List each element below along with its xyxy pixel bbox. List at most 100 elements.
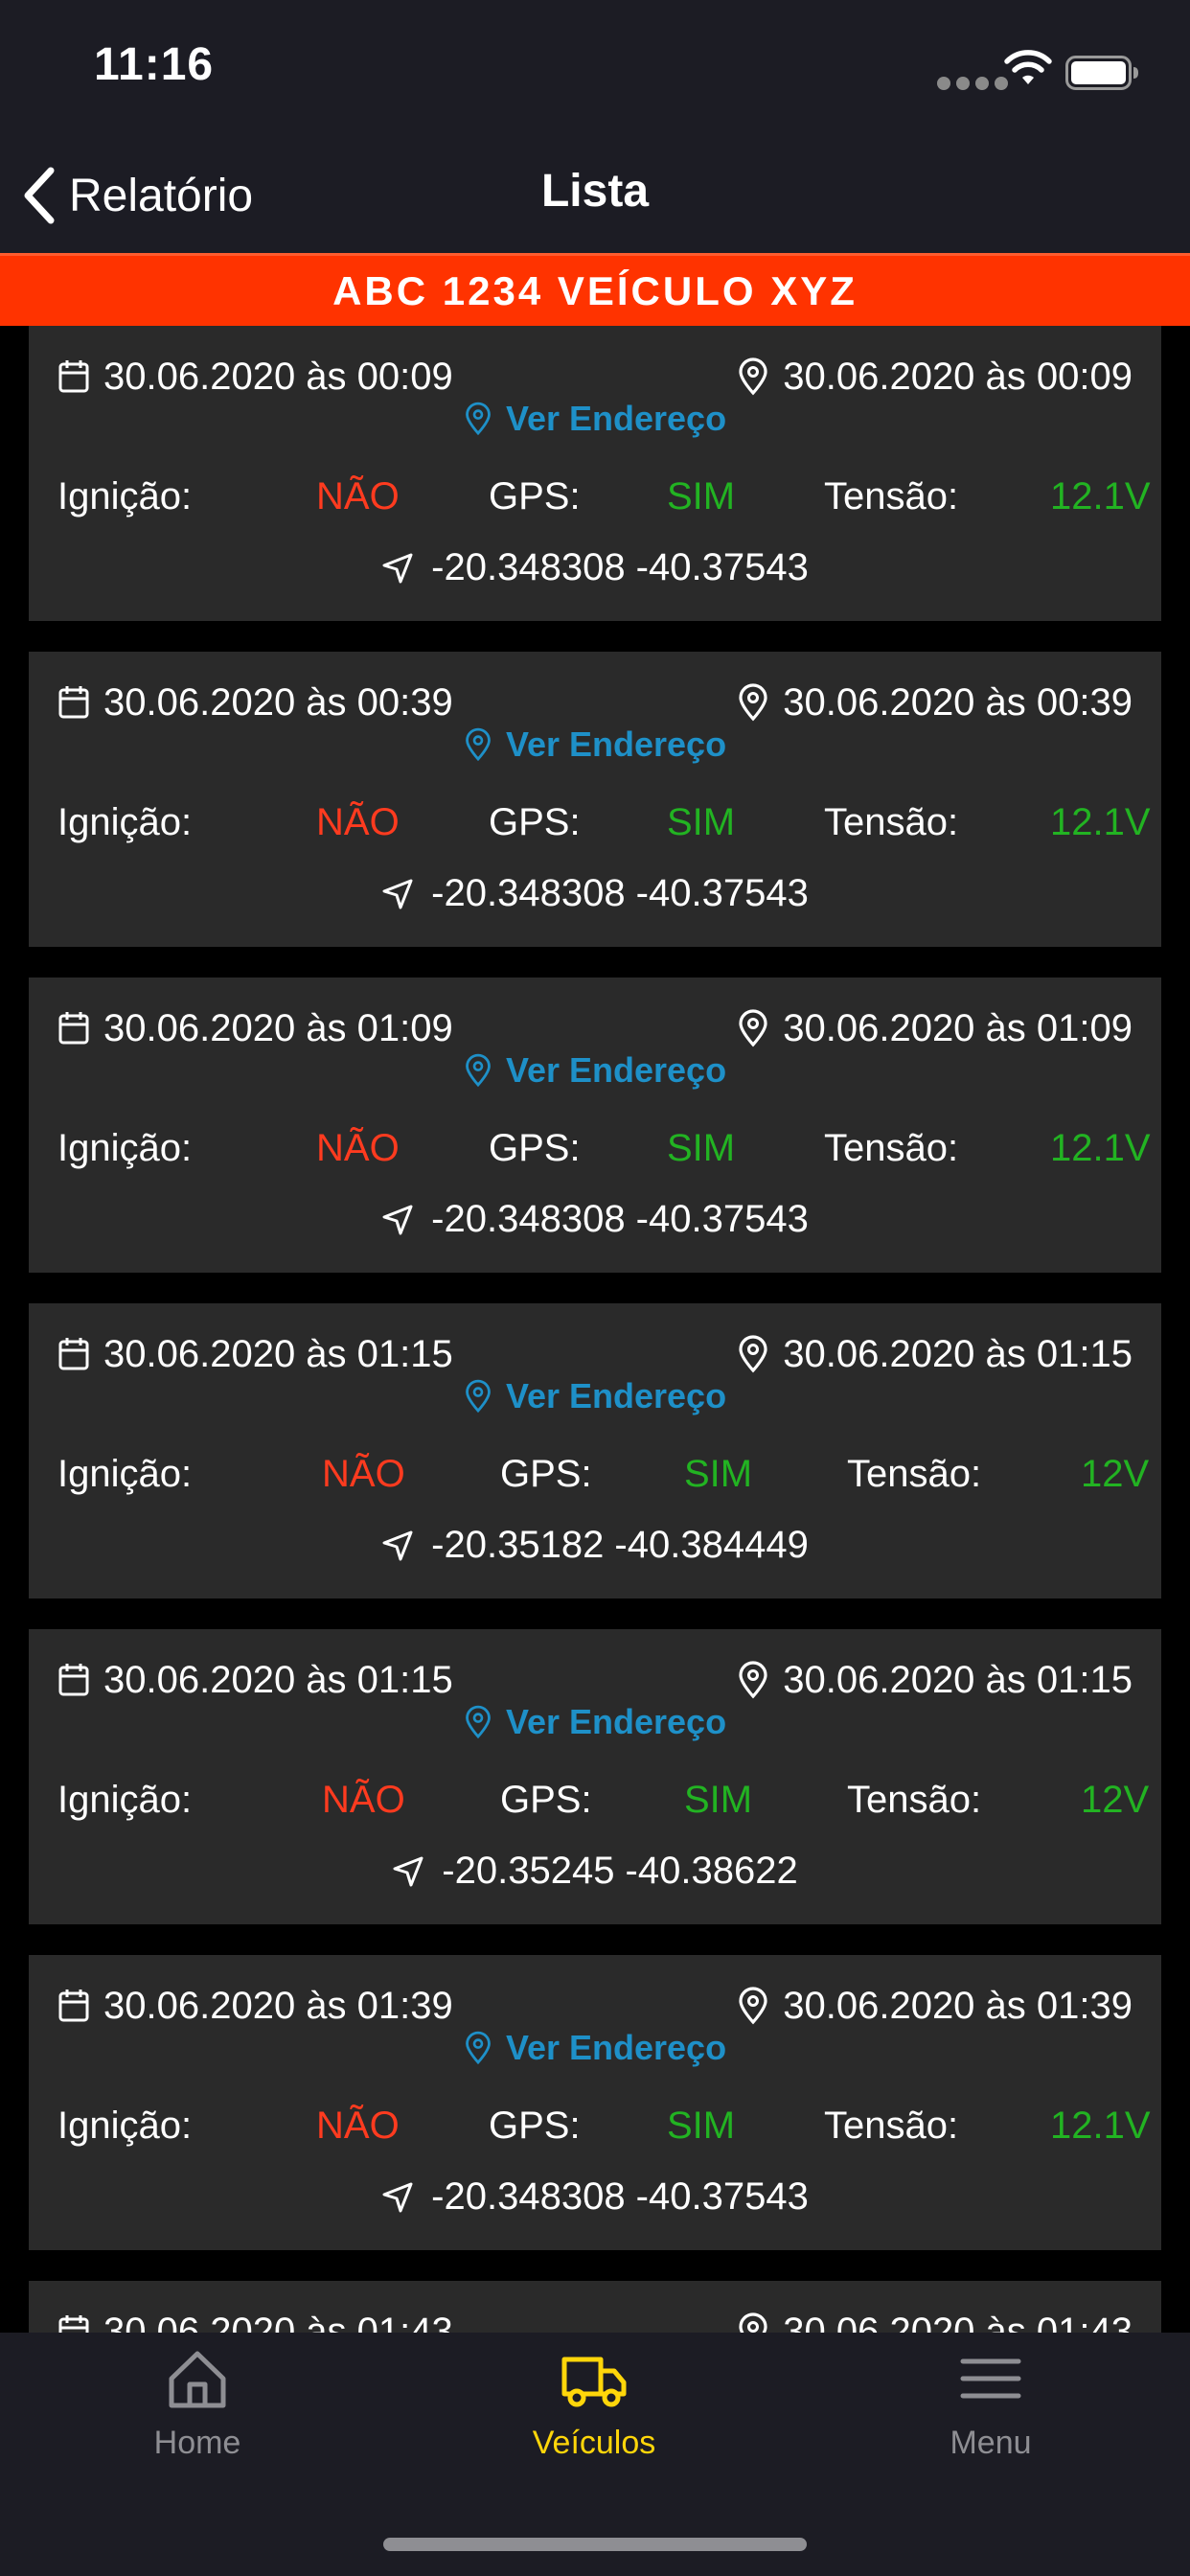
- view-address-label: Ver Endereço: [505, 724, 727, 764]
- voltage-value: 12.1V: [1050, 2104, 1151, 2147]
- view-address-label: Ver Endereço: [505, 1050, 727, 1090]
- view-address-link[interactable]: Ver Endereço: [29, 2028, 1161, 2068]
- ignition-value: NÃO: [316, 801, 400, 843]
- record-location-date: 30.06.2020 às 01:39: [783, 1984, 1133, 2027]
- coordinates-value: -20.35245 -40.38622: [442, 1850, 798, 1892]
- tab-home-label: Home: [153, 2425, 241, 2461]
- record-card[interactable]: 30.06.2020 às 01:09 30.06.2020 às 01:09 …: [29, 978, 1161, 1273]
- record-header: 30.06.2020 às 00:39 30.06.2020 às 00:39: [57, 677, 1133, 728]
- record-status-row: Ignição: NÃO GPS: SIM Tensão: 12.1V: [57, 468, 1151, 525]
- record-header: 30.06.2020 às 01:43 30.06.2020 às 01:43: [57, 2306, 1133, 2333]
- voltage-value: 12.1V: [1050, 475, 1151, 518]
- record-coordinates: -20.35182 -40.384449: [29, 1524, 1161, 1567]
- status-bar: 11:16: [0, 0, 1190, 144]
- ignition-label: Ignição:: [57, 2104, 193, 2147]
- record-coordinates: -20.348308 -40.37543: [29, 2175, 1161, 2219]
- gps-label: GPS:: [500, 1779, 592, 1821]
- ignition-value: NÃO: [316, 475, 400, 518]
- tab-vehicles-label: Veículos: [532, 2425, 656, 2461]
- calendar-icon: [58, 1338, 89, 1370]
- record-card[interactable]: 30.06.2020 às 01:39 30.06.2020 às 01:39 …: [29, 1955, 1161, 2250]
- gps-label: GPS:: [489, 801, 581, 843]
- voltage-label: Tensão:: [824, 1127, 959, 1169]
- map-pin-icon: [466, 727, 491, 762]
- view-address-link[interactable]: Ver Endereço: [29, 1702, 1161, 1742]
- navigation-arrow-icon: [393, 1856, 423, 1886]
- record-date: 30.06.2020 às 00:09: [103, 355, 453, 398]
- ignition-value: NÃO: [322, 1779, 405, 1821]
- coordinates-value: -20.348308 -40.37543: [431, 1198, 809, 1240]
- record-coordinates: -20.348308 -40.37543: [29, 1198, 1161, 1241]
- tab-vehicles[interactable]: Veículos: [450, 2346, 738, 2490]
- voltage-label: Tensão:: [824, 2104, 959, 2147]
- voltage-value: 12.1V: [1050, 801, 1151, 843]
- voltage-label: Tensão:: [847, 1453, 982, 1495]
- record-card[interactable]: 30.06.2020 às 00:09 30.06.2020 às 00:09 …: [29, 326, 1161, 621]
- record-coordinates: -20.348308 -40.37543: [29, 546, 1161, 589]
- coordinates-value: -20.348308 -40.37543: [431, 872, 809, 914]
- voltage-label: Tensão:: [824, 801, 959, 843]
- record-card[interactable]: 30.06.2020 às 01:15 30.06.2020 às 01:15 …: [29, 1303, 1161, 1598]
- calendar-icon: [58, 686, 89, 719]
- tab-menu[interactable]: Menu: [847, 2346, 1134, 2490]
- voltage-label: Tensão:: [847, 1779, 982, 1821]
- record-location-date: 30.06.2020 às 01:09: [783, 1006, 1133, 1049]
- gps-value: SIM: [667, 801, 736, 843]
- calendar-icon: [58, 1990, 89, 2022]
- ignition-label: Ignição:: [57, 801, 193, 843]
- map-pin-icon: [739, 1987, 767, 2025]
- signal-dots-icon: [937, 77, 1008, 90]
- record-coordinates: -20.35245 -40.38622: [29, 1850, 1161, 1893]
- record-location-date: 30.06.2020 às 01:15: [783, 1658, 1133, 1701]
- record-date: 30.06.2020 às 01:09: [103, 1006, 453, 1049]
- navigation-arrow-icon: [382, 2182, 413, 2212]
- record-coordinates: -20.348308 -40.37543: [29, 872, 1161, 915]
- view-address-link[interactable]: Ver Endereço: [29, 399, 1161, 439]
- gps-label: GPS:: [489, 2104, 581, 2147]
- map-pin-icon: [739, 357, 767, 396]
- tab-home[interactable]: Home: [54, 2346, 341, 2490]
- record-card[interactable]: 30.06.2020 às 01:15 30.06.2020 às 01:15 …: [29, 1629, 1161, 1924]
- ignition-value: NÃO: [316, 2104, 400, 2147]
- tab-menu-label: Menu: [950, 2425, 1032, 2461]
- record-date: 30.06.2020 às 01:43: [103, 2310, 453, 2334]
- view-address-label: Ver Endereço: [505, 399, 727, 438]
- ignition-label: Ignição:: [57, 1779, 193, 1821]
- view-address-label: Ver Endereço: [505, 2028, 727, 2067]
- calendar-icon: [58, 2315, 89, 2333]
- map-pin-icon: [739, 1335, 767, 1373]
- status-time: 11:16: [94, 39, 215, 90]
- map-pin-icon: [466, 1379, 491, 1414]
- map-pin-icon: [466, 402, 491, 436]
- record-date: 30.06.2020 às 01:15: [103, 1658, 453, 1701]
- records-list[interactable]: 30.06.2020 às 00:09 30.06.2020 às 00:09 …: [0, 326, 1190, 2333]
- voltage-value: 12V: [1081, 1453, 1150, 1495]
- gps-value: SIM: [667, 1127, 736, 1169]
- record-date: 30.06.2020 às 01:39: [103, 1984, 453, 2027]
- voltage-value: 12V: [1081, 1779, 1150, 1821]
- ignition-label: Ignição:: [57, 1127, 193, 1169]
- vehicle-name-banner: ABC 1234 VEÍCULO XYZ: [0, 253, 1190, 326]
- coordinates-value: -20.348308 -40.37543: [431, 2175, 809, 2218]
- wifi-icon: [1004, 50, 1052, 84]
- record-header: 30.06.2020 às 00:09 30.06.2020 às 00:09: [57, 351, 1133, 402]
- calendar-icon: [58, 1012, 89, 1045]
- navigation-bar: Relatório Lista: [0, 144, 1190, 253]
- battery-icon: [1065, 56, 1138, 90]
- view-address-link[interactable]: Ver Endereço: [29, 1376, 1161, 1416]
- view-address-link[interactable]: Ver Endereço: [29, 724, 1161, 765]
- gps-value: SIM: [684, 1453, 753, 1495]
- ignition-value: NÃO: [322, 1453, 405, 1495]
- record-card[interactable]: 30.06.2020 às 01:43 30.06.2020 às 01:43: [29, 2281, 1161, 2333]
- voltage-label: Tensão:: [824, 475, 959, 518]
- voltage-value: 12.1V: [1050, 1127, 1151, 1169]
- view-address-link[interactable]: Ver Endereço: [29, 1050, 1161, 1091]
- ignition-label: Ignição:: [57, 1453, 193, 1495]
- coordinates-value: -20.348308 -40.37543: [431, 546, 809, 588]
- record-status-row: Ignição: NÃO GPS: SIM Tensão: 12V: [57, 1771, 1149, 1828]
- record-card[interactable]: 30.06.2020 às 00:39 30.06.2020 às 00:39 …: [29, 652, 1161, 947]
- gps-label: GPS:: [489, 475, 581, 518]
- gps-value: SIM: [684, 1779, 753, 1821]
- view-address-label: Ver Endereço: [505, 1376, 727, 1415]
- gps-value: SIM: [667, 475, 736, 518]
